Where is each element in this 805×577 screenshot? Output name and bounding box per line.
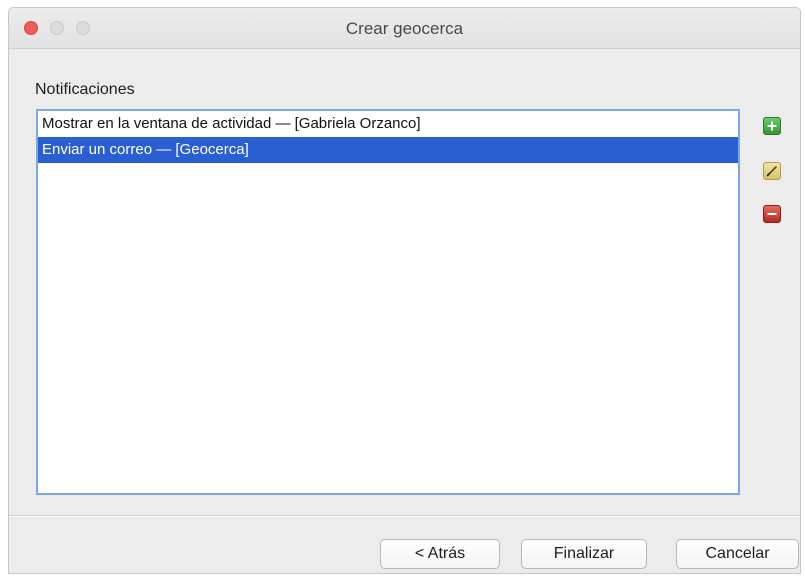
notifications-list[interactable]: Mostrar en la ventana de actividad — [Ga… [36, 109, 740, 495]
cancel-button[interactable]: Cancelar [676, 539, 799, 569]
add-notification-button[interactable] [763, 117, 781, 135]
back-button[interactable]: < Atrás [380, 539, 500, 569]
pencil-icon [766, 166, 777, 177]
footer-divider [9, 515, 800, 517]
window-title: Crear geocerca [345, 19, 464, 38]
list-item[interactable]: Mostrar en la ventana de actividad — [Ga… [38, 111, 738, 137]
finish-button[interactable]: Finalizar [521, 539, 647, 569]
list-item-selected[interactable]: Enviar un correo — [Geocerca] [38, 137, 738, 163]
edit-notification-button[interactable] [763, 162, 781, 180]
minus-icon [767, 213, 777, 215]
title-bar[interactable]: Crear geocerca [9, 8, 800, 49]
plus-icon [767, 121, 777, 131]
dialog-window: Crear geocerca Notificaciones Mostrar en… [8, 7, 801, 574]
remove-notification-button[interactable] [763, 205, 781, 223]
notifications-label: Notificaciones [35, 81, 135, 98]
